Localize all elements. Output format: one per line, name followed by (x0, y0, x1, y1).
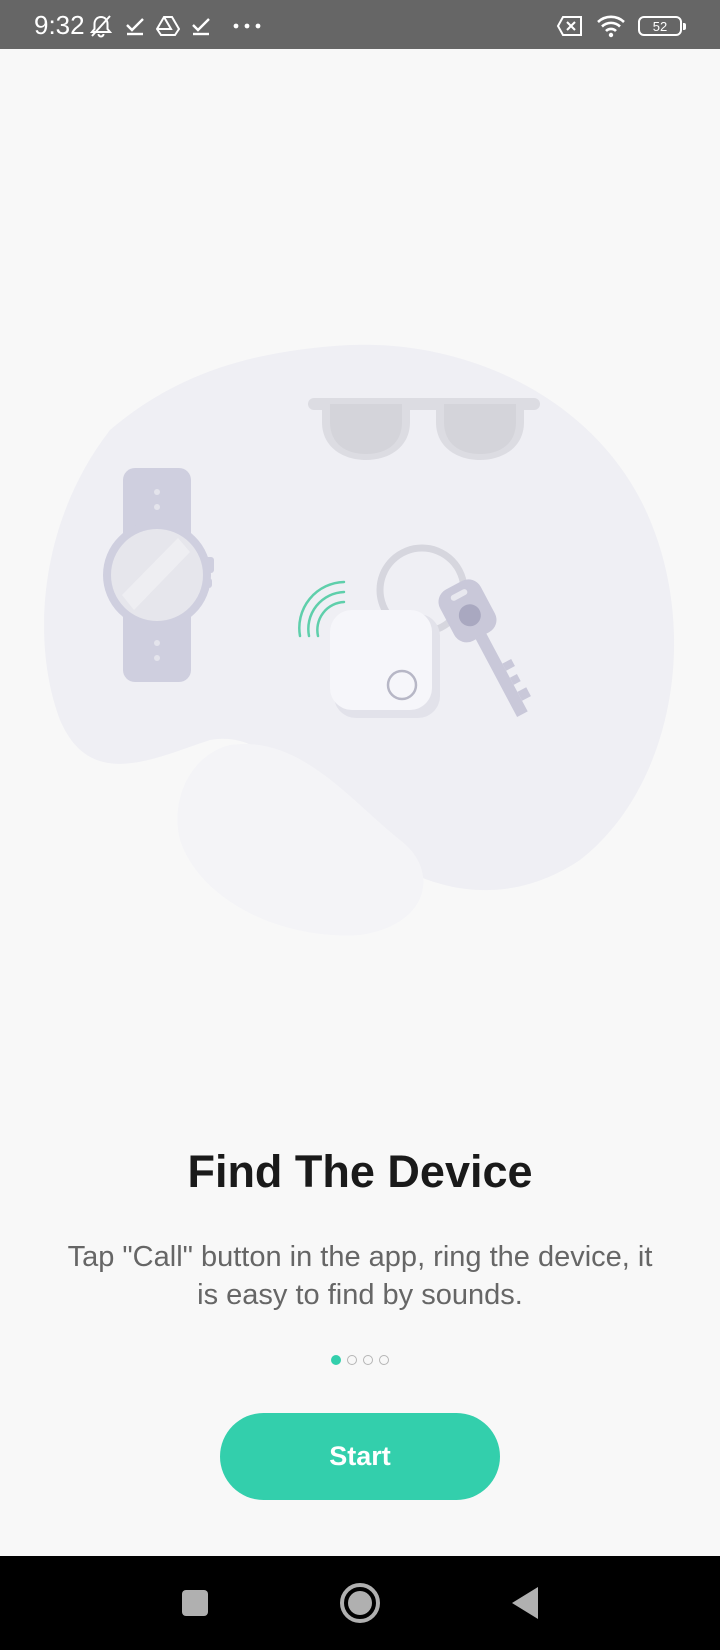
start-button[interactable]: Start (220, 1413, 500, 1500)
onboarding-screen: 9:32 52 Find The Device Tap "Call" butto… (0, 0, 720, 1650)
more-icon (233, 23, 261, 29)
back-icon (512, 1587, 538, 1619)
home-icon (340, 1583, 380, 1623)
status-icons-right: 52 (556, 12, 686, 40)
status-time: 9:32 (34, 10, 85, 40)
drive-icon (156, 16, 180, 36)
page-title: Find The Device (187, 1146, 533, 1197)
back-button[interactable] (500, 1578, 550, 1628)
page-dot-3[interactable] (363, 1355, 373, 1365)
wifi-icon (597, 15, 625, 38)
home-button[interactable] (335, 1578, 385, 1628)
page-dot-4[interactable] (379, 1355, 389, 1365)
find-device-illustration (44, 344, 675, 936)
page-description: Tap "Call" button in the app, ring the d… (67, 1241, 653, 1311)
status-bar: 9:32 52 (0, 0, 720, 49)
page-dot-2[interactable] (347, 1355, 357, 1365)
tracker-tag-icon (330, 610, 440, 718)
page-indicator (0, 1353, 720, 1367)
battery-icon: 52 (638, 16, 686, 36)
page-dot-1[interactable] (331, 1355, 341, 1365)
battery-level: 52 (652, 18, 668, 34)
status-icons-left (88, 12, 262, 40)
navigation-bar (0, 1556, 720, 1650)
check-icon (126, 18, 144, 36)
check-icon (192, 18, 210, 36)
sim-disabled-icon (556, 16, 582, 36)
recents-button[interactable] (170, 1578, 220, 1628)
notifications-off-icon (89, 15, 113, 38)
recents-icon (182, 1590, 208, 1616)
